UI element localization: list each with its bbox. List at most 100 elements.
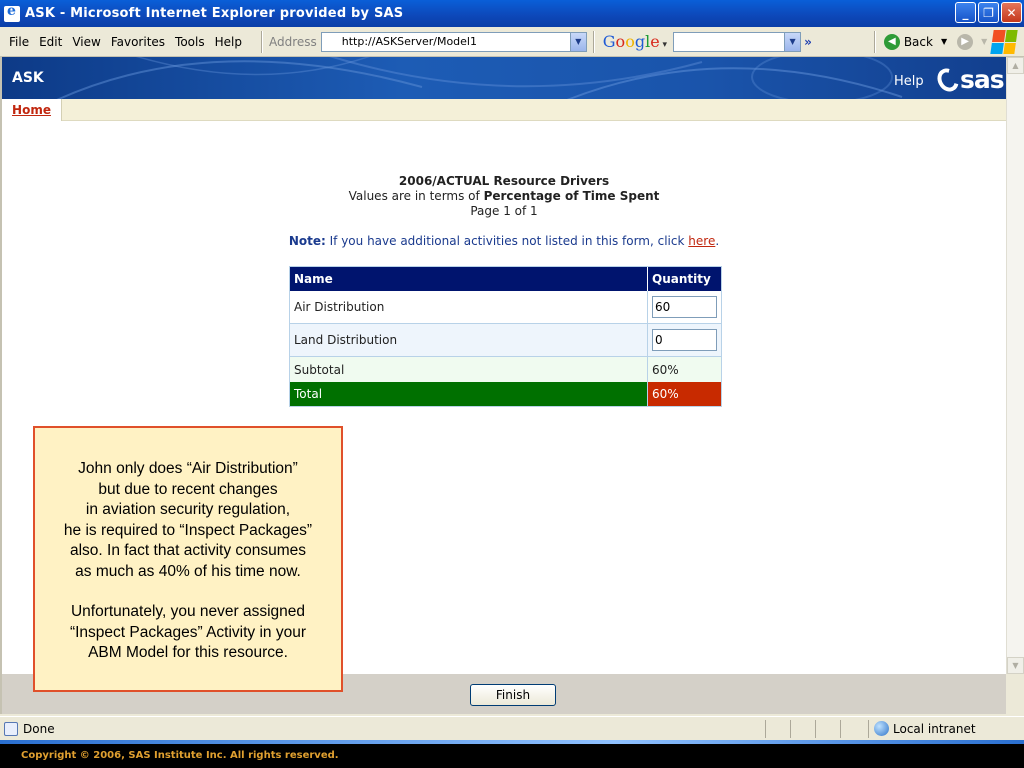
resource-driver-table: Name Quantity Air Distribution Land Dist…: [289, 266, 722, 407]
status-divider: [790, 720, 791, 738]
status-text: Done: [23, 721, 55, 736]
menu-help[interactable]: Help: [210, 35, 247, 49]
menu-tools[interactable]: Tools: [170, 35, 210, 49]
table-row: Land Distribution: [290, 324, 721, 357]
header-name: Name: [290, 267, 648, 291]
toolbar-separator: [260, 30, 263, 53]
total-value: 60%: [648, 382, 721, 406]
google-search-input[interactable]: ▼: [673, 31, 802, 52]
address-dropdown-icon[interactable]: ▼: [569, 32, 586, 51]
note-here-link[interactable]: here: [688, 234, 715, 248]
close-button[interactable]: ✕: [1001, 2, 1022, 23]
annotation-callout: John only does “Air Distribution” but du…: [33, 426, 343, 692]
callout-line: John only does “Air Distribution”: [78, 460, 298, 477]
air-distribution-quantity-input[interactable]: [652, 296, 717, 318]
total-label: Total: [290, 382, 648, 406]
windows-logo-icon: [990, 30, 1018, 54]
note-label: Note:: [288, 234, 326, 248]
callout-line: in aviation security regulation,: [85, 501, 291, 518]
menu-toolbar: File Edit View Favorites Tools Help Addr…: [0, 27, 1024, 57]
callout-spacer: [35, 582, 341, 602]
toolbar-separator: [592, 30, 595, 53]
screen: ASK - Microsoft Internet Explorer provid…: [0, 0, 1024, 768]
values-prefix: Values are in terms of: [348, 189, 480, 203]
sas-logo-text: sas: [960, 65, 1005, 94]
forward-dropdown-icon[interactable]: ▼: [981, 37, 987, 46]
presentation-footer: Copyright © 2006, SAS Institute Inc. All…: [0, 740, 1024, 768]
status-done: Done: [4, 721, 55, 736]
address-url[interactable]: http://ASKServer/Model1: [322, 35, 477, 48]
row-quantity-cell: [648, 291, 721, 323]
status-bar: Done Local intranet: [0, 716, 1024, 740]
note-text: If you have additional activities not li…: [329, 234, 685, 248]
copyright-text: Copyright © 2006, SAS Institute Inc. All…: [21, 750, 339, 761]
callout-line: Unfortunately, you never assigned: [70, 603, 306, 620]
table-row: Air Distribution: [290, 291, 721, 324]
sas-logo: sas: [933, 64, 1005, 95]
help-link[interactable]: Help: [894, 74, 924, 89]
back-button[interactable]: ◀ Back ▼ ▶ ▼: [883, 33, 987, 50]
total-row: Total 60%: [290, 382, 721, 406]
finish-button[interactable]: Finish: [470, 684, 556, 706]
subtotal-label: Subtotal: [290, 357, 648, 382]
values-unit: Percentage of Time Spent: [483, 189, 660, 203]
back-arrow-icon: ◀: [883, 33, 900, 50]
land-distribution-quantity-input[interactable]: [652, 329, 717, 351]
window-titlebar: ASK - Microsoft Internet Explorer provid…: [0, 0, 1024, 27]
forward-arrow-icon[interactable]: ▶: [957, 33, 974, 50]
table-header: Name Quantity: [290, 267, 721, 291]
security-zone: Local intranet: [874, 721, 976, 736]
page-indicator: Page 1 of 1: [470, 204, 538, 218]
tab-bar: Home: [2, 99, 1006, 121]
address-label: Address: [268, 34, 317, 49]
subtotal-value: 60%: [652, 362, 679, 377]
back-label: Back: [903, 34, 933, 49]
intranet-globe-icon: [874, 721, 889, 736]
callout-line: also. In fact that activity consumes: [69, 542, 307, 559]
page-done-icon: [4, 721, 18, 736]
status-divider: [840, 720, 841, 738]
header-quantity: Quantity: [652, 272, 711, 286]
subtotal-row: Subtotal 60%: [290, 357, 721, 382]
callout-line: “Inspect Packages” Activity in your: [69, 623, 307, 641]
restore-button[interactable]: ❐: [978, 2, 999, 23]
menu-edit[interactable]: Edit: [34, 35, 67, 49]
callout-line: ABM Model for this resource.: [88, 644, 288, 661]
callout-line: but due to recent changes: [98, 480, 278, 498]
back-dropdown-icon[interactable]: ▼: [941, 37, 947, 46]
scroll-down-icon[interactable]: ▼: [1007, 657, 1024, 674]
menu-file[interactable]: File: [4, 35, 34, 49]
vertical-scrollbar[interactable]: ▲ ▼: [1006, 57, 1024, 674]
header-swirl-decoration: [56, 57, 903, 99]
tab-home-label: Home: [12, 103, 51, 117]
address-bar[interactable]: http://ASKServer/Model1 ▼: [320, 31, 587, 52]
status-divider: [815, 720, 816, 738]
callout-line: he is required to “Inspect Packages”: [63, 521, 313, 539]
menu-view[interactable]: View: [67, 35, 105, 49]
tab-home[interactable]: Home: [2, 99, 62, 121]
minimize-button[interactable]: _: [955, 2, 976, 23]
report-subtitle: Values are in terms of Percentage of Tim…: [2, 189, 1006, 203]
google-logo-icon[interactable]: Google ▾: [603, 32, 667, 51]
ie-app-icon: [4, 3, 20, 22]
status-divider: [765, 720, 766, 738]
menu-favorites[interactable]: Favorites: [106, 35, 170, 49]
google-dropdown-icon[interactable]: ▼: [784, 32, 801, 51]
sas-swirl-icon: [933, 64, 963, 95]
toolbar-separator: [873, 30, 876, 53]
row-quantity-cell: [648, 324, 721, 356]
callout-line: as much as 40% of his time now.: [75, 562, 301, 580]
scroll-up-icon[interactable]: ▲: [1007, 57, 1024, 74]
note-end: .: [715, 234, 720, 248]
zone-label: Local intranet: [893, 721, 976, 736]
note: Note: If you have additional activities …: [2, 234, 1006, 248]
row-name: Land Distribution: [290, 324, 648, 356]
app-name: ASK: [12, 70, 44, 86]
status-divider: [868, 720, 869, 738]
window-controls: _ ❐ ✕: [955, 2, 1022, 23]
window-title: ASK - Microsoft Internet Explorer provid…: [25, 6, 404, 21]
footer-stripe: [0, 740, 1024, 744]
report-title: 2006/ACTUAL Resource Drivers: [398, 174, 610, 188]
menu-bar: File Edit View Favorites Tools Help: [0, 35, 247, 49]
toolbar-more-icon[interactable]: »: [804, 35, 812, 49]
